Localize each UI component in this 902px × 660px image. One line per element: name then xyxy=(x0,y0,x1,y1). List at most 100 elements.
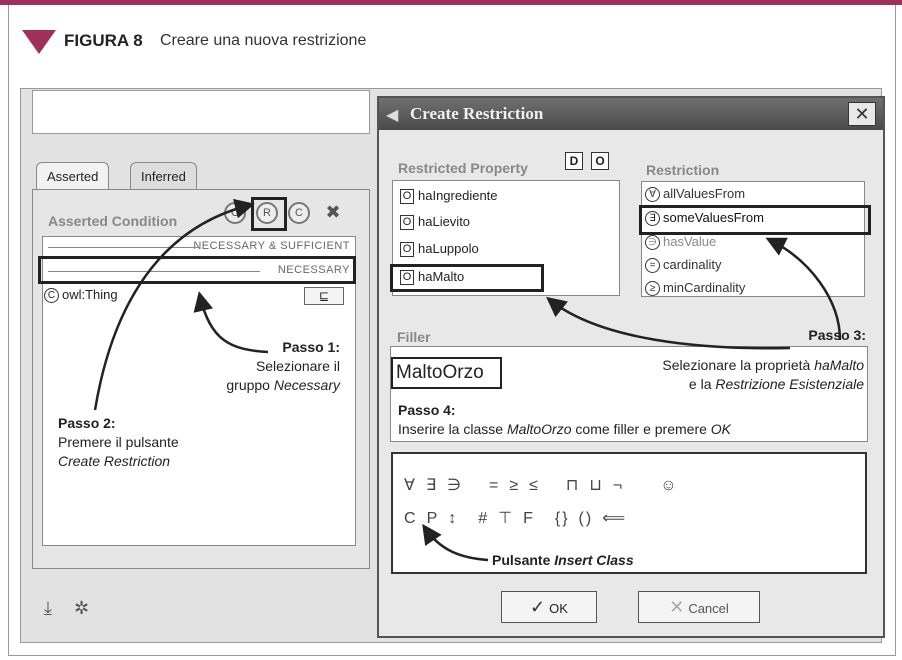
datatype-property-icon[interactable]: D xyxy=(565,152,583,170)
tab-inferred[interactable]: Inferred xyxy=(130,162,197,190)
step3-line2-emph: Restrizione Esistenziale xyxy=(715,376,864,392)
add-named-class-icon[interactable]: C xyxy=(288,202,310,224)
create-class-icon[interactable]: C xyxy=(224,202,246,224)
ok-button[interactable]: ✓ OK xyxy=(501,591,597,623)
cancel-label: Cancel xyxy=(688,601,729,616)
highlight-haMalto xyxy=(390,264,544,292)
settings-icon[interactable]: ✲ xyxy=(74,598,89,618)
figure-caption: Creare una nuova restrizione xyxy=(160,32,367,49)
implies-symbol-button[interactable]: ⟸ xyxy=(602,508,627,528)
restriction-symbol: ∋ xyxy=(645,235,660,251)
list-item[interactable]: OhaIngrediente xyxy=(400,188,498,205)
conditions-toolbar: C R C ✖ xyxy=(224,200,354,228)
class-hierarchy-panel xyxy=(32,90,370,134)
step2-title: Passo 2: xyxy=(58,415,116,431)
step2-line1: Premere il pulsante xyxy=(58,434,179,450)
tab-asserted[interactable]: Asserted xyxy=(36,162,110,190)
insert-thing-button[interactable]: ⊤ xyxy=(498,508,514,528)
class-icon: C xyxy=(44,288,59,304)
step3-line1-prefix: Selezionare la proprietà xyxy=(662,357,815,373)
step2-annotation: Passo 2: Premere il pulsante Create Rest… xyxy=(58,414,298,471)
highlight-necessary xyxy=(38,256,356,284)
insert-datatype-button[interactable]: # xyxy=(478,510,489,528)
insert-class-emph: Insert Class xyxy=(554,552,634,568)
restriction-symbol: ≥ xyxy=(645,281,660,297)
left-bottom-toolbar: ⤓ ✲ xyxy=(44,598,111,619)
close-icon: ✕ xyxy=(854,104,870,124)
restriction-symbol: = xyxy=(645,258,660,274)
step4-emph1: MaltoOrzo xyxy=(506,421,572,437)
property-name: haLuppolo xyxy=(418,241,479,256)
subset-button[interactable]: ⊑ xyxy=(304,287,344,305)
list-item[interactable]: ∀ allValuesFrom xyxy=(645,186,746,203)
some-values-symbol-button[interactable]: ∃ xyxy=(426,475,438,495)
object-property-icon[interactable]: O xyxy=(591,152,609,170)
step3-title-text: Passo 3: xyxy=(808,327,866,343)
max-cardinality-symbol-button[interactable]: ≤ xyxy=(529,477,540,495)
min-cardinality-symbol-button[interactable]: ≥ xyxy=(509,477,520,495)
has-value-symbol-button[interactable]: ∋ xyxy=(447,475,463,495)
list-item[interactable]: OhaLuppolo xyxy=(400,241,479,258)
step4-middle: come filler e premere xyxy=(571,421,711,437)
symbol-row-2: C P ↕ # ⊤ F {} () ⟸ xyxy=(404,508,636,528)
filler-input[interactable]: MaltoOrzo xyxy=(391,357,502,389)
list-item[interactable]: ≥ minCardinality xyxy=(645,280,746,297)
import-icon[interactable]: ⤓ xyxy=(44,598,52,618)
restriction-name: cardinality xyxy=(663,257,722,272)
restriction-name: allValuesFrom xyxy=(663,186,746,201)
cancel-button[interactable]: ✕ Cancel xyxy=(638,591,760,623)
ok-label: OK xyxy=(549,601,568,616)
group-necessary-sufficient[interactable]: NECESSARY & SUFFICIENT xyxy=(46,240,350,252)
insert-class-prefix: Pulsante xyxy=(492,552,555,568)
restricted-property-label: Restricted Property xyxy=(398,160,528,176)
check-icon: ✓ xyxy=(530,597,546,617)
delete-icon[interactable]: ✖ xyxy=(322,202,344,224)
step4-annotation: Passo 4: Inserire la classe MaltoOrzo co… xyxy=(398,401,864,439)
list-item[interactable]: = cardinality xyxy=(645,257,722,274)
cancel-x-icon: ✕ xyxy=(669,597,685,617)
object-property-icon: O xyxy=(400,189,414,205)
figure-marker-triangle xyxy=(22,30,56,54)
object-property-icon: O xyxy=(400,215,414,231)
conditions-title: Asserted Condition xyxy=(48,213,178,229)
dialog-app-icon: ◀ xyxy=(386,107,399,124)
insert-false-button[interactable]: F xyxy=(523,510,535,528)
step1-line1: Selezionare il xyxy=(255,358,340,374)
expression-editor-icon[interactable]: ☺ xyxy=(660,477,678,495)
step1-line2-emph: Necessary xyxy=(273,377,340,393)
property-name: haIngrediente xyxy=(418,188,498,203)
property-filter-icons: DO xyxy=(565,152,617,170)
step4-emph2: OK xyxy=(710,421,732,437)
step2-line2: Create Restriction xyxy=(58,453,171,469)
step3-annotation: Selezionare la proprietà haMalto e la Re… xyxy=(560,356,864,394)
step4-prefix: Inserire la classe xyxy=(398,421,507,437)
insert-parentheses-button[interactable]: () xyxy=(579,510,594,528)
dialog-title: Create Restriction xyxy=(410,104,544,123)
step4-title: Passo 4: xyxy=(398,402,456,418)
step1-annotation: Passo 1: Selezionare il gruppo Necessary xyxy=(168,338,340,395)
list-item[interactable]: OhaLievito xyxy=(400,214,471,231)
insert-class-annotation: Pulsante Insert Class xyxy=(492,551,634,570)
insert-class-button[interactable]: C xyxy=(404,510,418,528)
list-item[interactable]: ∋ hasValue xyxy=(645,234,716,251)
figure-label: FIGURA 8 xyxy=(64,31,143,50)
condition-row[interactable]: Cowl:Thing xyxy=(44,287,118,304)
close-button[interactable]: ✕ xyxy=(848,102,876,126)
insert-individual-button[interactable]: ↕ xyxy=(448,510,458,528)
insert-enumeration-button[interactable]: {} xyxy=(555,510,570,528)
intersection-symbol-button[interactable]: ⊓ xyxy=(566,475,580,495)
property-name: haLievito xyxy=(418,214,471,229)
step1-line2-prefix: gruppo xyxy=(226,377,274,393)
symbol-row-1: ∀ ∃ ∋ = ≥ ≤ ⊓ ⊔ ¬ ☺ xyxy=(404,475,688,495)
complement-symbol-button[interactable]: ¬ xyxy=(613,477,624,495)
filler-label: Filler xyxy=(397,329,431,345)
step1-title: Passo 1: xyxy=(282,339,340,355)
restriction-symbol: ∀ xyxy=(645,187,660,203)
step3-line1-emph: haMalto xyxy=(814,357,864,373)
step3-line2-prefix: e la xyxy=(688,376,716,392)
union-symbol-button[interactable]: ⊔ xyxy=(589,475,603,495)
all-values-symbol-button[interactable]: ∀ xyxy=(404,475,417,495)
restriction-name: minCardinality xyxy=(663,280,746,295)
cardinality-symbol-button[interactable]: = xyxy=(489,477,500,495)
insert-property-button[interactable]: P xyxy=(427,510,440,528)
